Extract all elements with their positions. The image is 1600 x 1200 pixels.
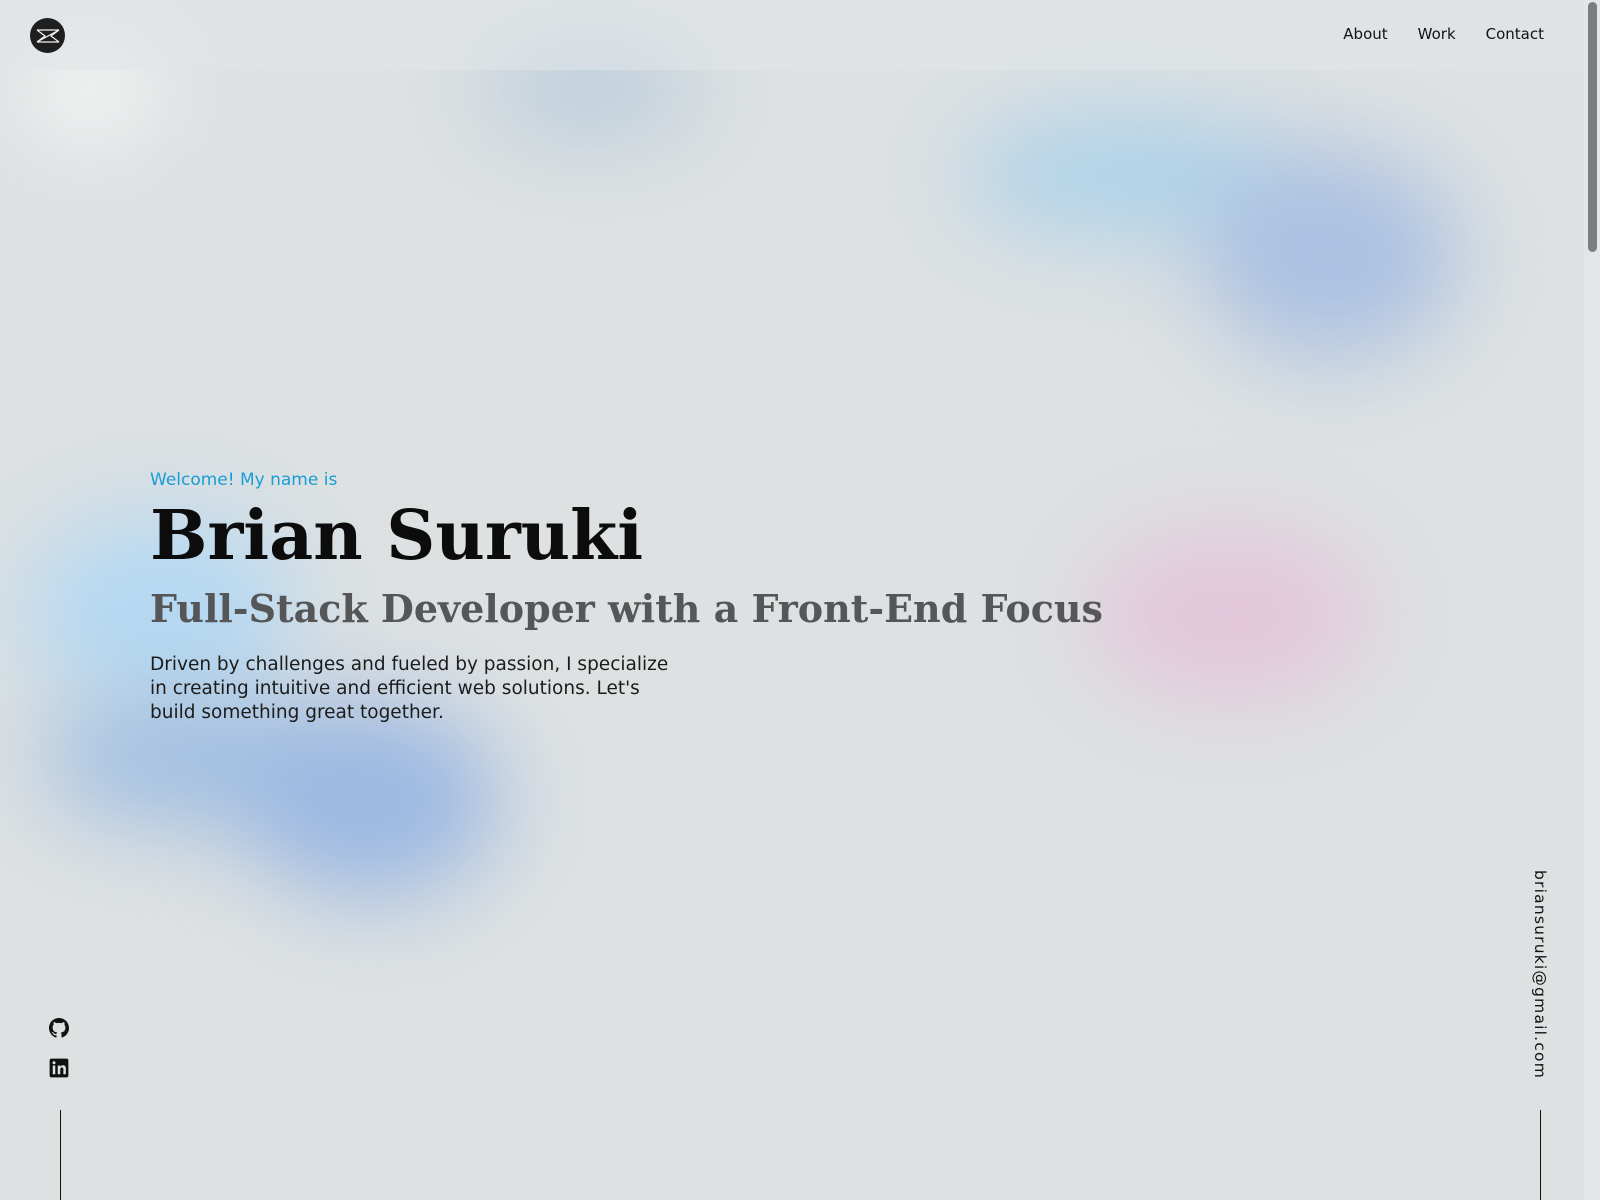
main-nav: About Work Contact (1343, 25, 1544, 43)
logo[interactable] (30, 18, 65, 53)
welcome-text: Welcome! My name is (150, 470, 338, 490)
email-container: briansuruki@gmail.com (1531, 870, 1553, 1080)
background-blob (1200, 150, 1460, 360)
left-divider-line (60, 1110, 61, 1200)
nav-link-about[interactable]: About (1343, 25, 1387, 43)
site-header: About Work Contact (0, 0, 1584, 70)
email-link[interactable]: briansuruki@gmail.com (1531, 870, 1549, 1079)
nav-link-work[interactable]: Work (1418, 25, 1456, 43)
hero-role: Full-Stack Developer with a Front-End Fo… (150, 586, 1103, 631)
background-blob (240, 700, 500, 900)
logo-icon (36, 28, 59, 43)
hero-section: Welcome! My name is Brian Suruki Full-St… (150, 470, 1250, 725)
social-links (49, 1018, 69, 1078)
hero-description: Driven by challenges and fueled by passi… (150, 654, 669, 723)
scrollbar-thumb[interactable] (1588, 2, 1597, 252)
right-divider-line (1540, 1110, 1541, 1200)
github-icon[interactable] (49, 1018, 69, 1038)
nav-link-contact[interactable]: Contact (1486, 25, 1544, 43)
linkedin-icon[interactable] (49, 1058, 69, 1078)
background-blob (960, 110, 1290, 240)
hero-name: Brian Suruki (150, 496, 644, 576)
